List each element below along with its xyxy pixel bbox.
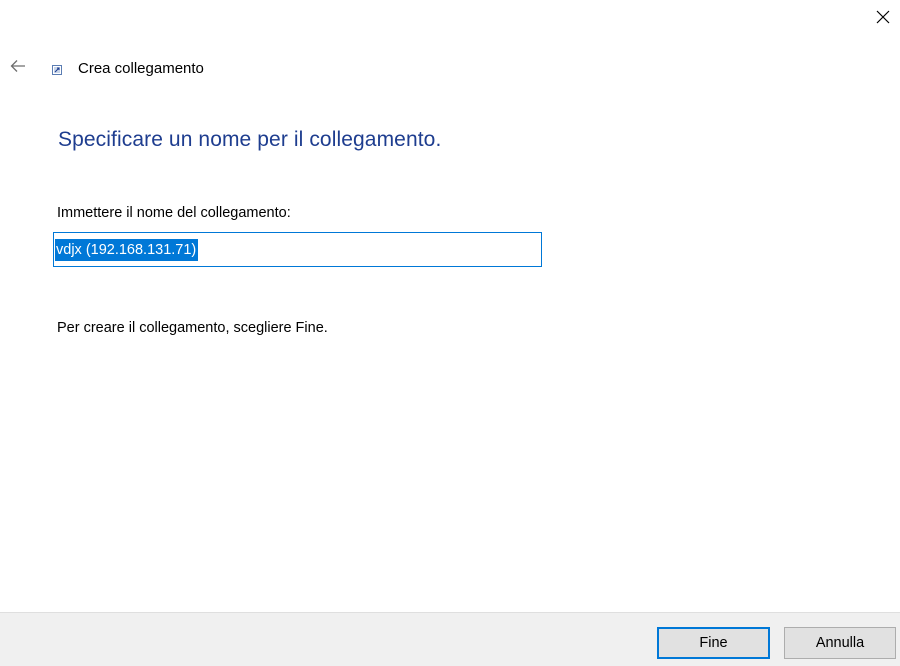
back-arrow-icon [10,59,26,78]
shortcut-name-input[interactable]: vdjx (192.168.131.71) [53,232,542,267]
wizard-header: Crea collegamento [6,56,204,80]
shortcut-icon [52,65,62,75]
create-shortcut-wizard: Crea collegamento Specificare un nome pe… [0,0,900,666]
back-button[interactable] [6,56,30,80]
finish-button[interactable]: Fine [657,627,770,659]
cancel-button[interactable]: Annulla [784,627,896,659]
close-button[interactable] [872,8,894,30]
shortcut-name-value: vdjx (192.168.131.71) [55,238,199,261]
instruction-text: Per creare il collegamento, scegliere Fi… [57,320,328,336]
wizard-footer: Fine Annulla [0,612,900,666]
shortcut-name-label: Immettere il nome del collegamento: [57,205,291,221]
close-icon [875,9,891,30]
page-heading: Specificare un nome per il collegamento. [58,128,442,151]
wizard-title: Crea collegamento [78,59,204,77]
